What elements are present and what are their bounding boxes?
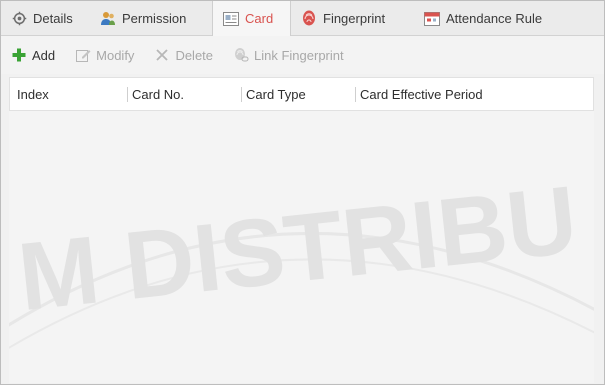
link-fingerprint-label: Link Fingerprint xyxy=(254,47,344,63)
card-icon xyxy=(223,11,239,27)
table-body xyxy=(9,111,594,383)
column-header-card-effective-period[interactable]: Card Effective Period xyxy=(360,78,483,110)
link-fingerprint-icon xyxy=(233,47,249,63)
tab-permission[interactable]: Permission xyxy=(90,1,212,35)
column-divider[interactable] xyxy=(241,87,242,102)
table-header: Index Card No. Card Type Card Effective … xyxy=(9,77,594,111)
edit-icon xyxy=(75,47,91,63)
column-header-card-no[interactable]: Card No. xyxy=(132,78,184,110)
delete-button[interactable]: Delete xyxy=(144,41,223,69)
users-icon xyxy=(100,10,116,26)
modify-label: Modify xyxy=(96,47,135,63)
tab-attendance-rule[interactable]: Attendance Rule xyxy=(414,1,554,35)
tab-label: Fingerprint xyxy=(323,10,386,26)
tab-label: Card xyxy=(245,11,274,26)
toolbar: Add Modify Delete Link Fingerprint xyxy=(1,36,604,74)
close-icon xyxy=(154,47,170,63)
add-label: Add xyxy=(32,47,56,63)
column-divider[interactable] xyxy=(355,87,356,102)
column-header-card-type[interactable]: Card Type xyxy=(246,78,306,110)
delete-label: Delete xyxy=(175,47,214,63)
tab-card[interactable]: Card xyxy=(212,1,291,36)
link-fingerprint-button[interactable]: Link Fingerprint xyxy=(223,41,354,69)
column-divider[interactable] xyxy=(127,87,128,102)
tab-bar: Details Permission Card Fingerprint Atte… xyxy=(1,1,604,36)
tab-label: Permission xyxy=(122,10,187,26)
tab-label: Details xyxy=(33,10,73,26)
calendar-icon xyxy=(424,10,440,26)
tab-label: Attendance Rule xyxy=(446,10,543,26)
tab-details[interactable]: Details xyxy=(1,1,90,35)
plus-icon xyxy=(11,47,27,63)
column-header-index[interactable]: Index xyxy=(17,78,49,110)
add-button[interactable]: Add xyxy=(1,41,65,69)
modify-button[interactable]: Modify xyxy=(65,41,144,69)
gear-icon xyxy=(11,10,27,26)
card-panel: Details Permission Card Fingerprint Atte… xyxy=(0,0,605,385)
tab-fingerprint[interactable]: Fingerprint xyxy=(291,1,414,35)
fingerprint-icon xyxy=(301,10,317,26)
